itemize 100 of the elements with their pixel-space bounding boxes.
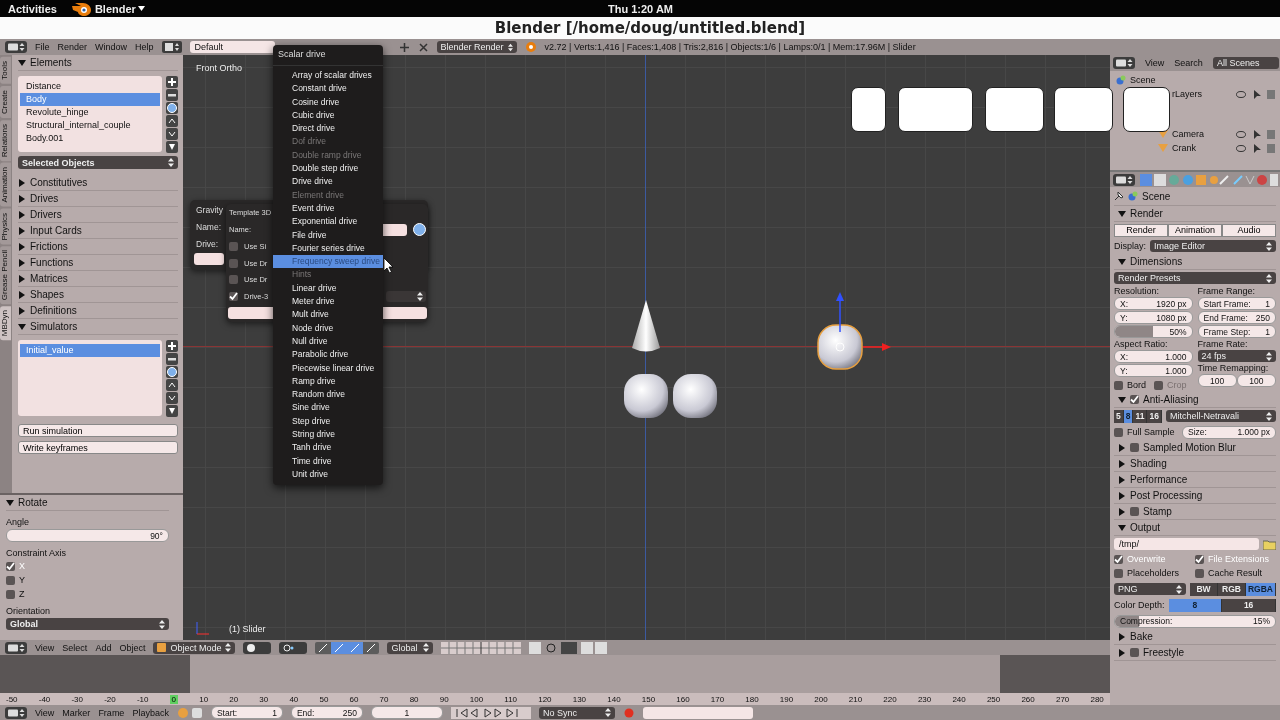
file-format-dropdown[interactable]: PNG (1114, 583, 1186, 595)
menu-item[interactable]: Exponential drive (273, 215, 383, 229)
panel-title[interactable]: Performance (1130, 474, 1188, 485)
number-field[interactable]: X: 1.000 (1114, 350, 1193, 363)
panel-title[interactable]: Drives (30, 193, 59, 204)
menu-item[interactable]: Node drive (273, 321, 383, 335)
panel-title[interactable]: Frictions (30, 241, 68, 252)
list-item[interactable]: Distance (20, 80, 160, 93)
menu-item[interactable]: Object (119, 642, 146, 653)
render-engine-dropdown[interactable]: Blender Render (436, 41, 517, 53)
outliner-item[interactable]: Camera (1172, 129, 1232, 139)
menu-item[interactable]: Event drive (273, 201, 383, 216)
percentage-slider[interactable]: 50% (1114, 325, 1193, 338)
panel-title[interactable]: Rotate (18, 497, 48, 508)
display-dropdown[interactable]: Image Editor (1150, 240, 1276, 252)
tool-shelf-tab[interactable]: MBDyn (0, 306, 11, 341)
menu-item[interactable]: Marker (62, 707, 91, 718)
menu-item[interactable]: Drive drive (273, 175, 383, 189)
outliner-item[interactable]: rLayers (1172, 89, 1232, 99)
panel-title[interactable]: Anti-Aliasing (1143, 394, 1199, 405)
menu-item[interactable]: Piecewise linear drive (273, 361, 383, 375)
menu-item[interactable]: Time drive (273, 454, 383, 468)
color-depth-button[interactable]: 16 (1222, 598, 1276, 612)
number-field[interactable]: Start Frame: 1 (1197, 297, 1276, 310)
panel-title[interactable]: Matrices (30, 273, 68, 284)
panel-title[interactable]: Functions (30, 257, 74, 268)
panel-title[interactable]: Post Processing (1130, 490, 1203, 501)
panel-title[interactable]: Input Cards (30, 225, 82, 236)
panel-title[interactable]: Stamp (1143, 506, 1172, 517)
output-path-field[interactable]: /tmp/ (1114, 538, 1259, 550)
panel-title[interactable]: Elements (30, 57, 72, 68)
action-button[interactable]: Write keyframes (18, 441, 178, 454)
sample-button[interactable]: 16 (1147, 409, 1162, 423)
menu-item[interactable]: Double step drive (273, 162, 383, 176)
menu-item[interactable]: Select (62, 642, 88, 653)
sample-button[interactable]: 11 (1133, 409, 1148, 423)
number-field[interactable]: X: 1920 px (1114, 297, 1193, 310)
compression-slider[interactable]: Compression: 15% (1114, 614, 1276, 628)
list-item[interactable]: Body.001 (20, 132, 160, 145)
panel-title[interactable]: Dimensions (1130, 256, 1183, 267)
list-item[interactable]: Revolute_hinge (20, 106, 160, 119)
menu-item[interactable]: View (35, 642, 55, 653)
current-frame-field[interactable]: 1 (370, 706, 443, 719)
selection-dropdown[interactable]: Selected Objects (18, 156, 178, 169)
frame-rate-dropdown[interactable]: 24 fps (1197, 350, 1276, 362)
menu-item[interactable]: Window (95, 42, 128, 52)
outliner-item[interactable]: Scene (1130, 75, 1280, 85)
number-field[interactable]: 100 (1236, 374, 1276, 387)
menu-item[interactable]: Random drive (273, 388, 383, 402)
panel-title[interactable]: Drivers (30, 209, 62, 220)
menu-item[interactable]: Direct drive (273, 122, 383, 136)
menu-item[interactable]: View (35, 707, 55, 718)
sync-dropdown[interactable]: No Sync (538, 706, 615, 719)
number-field[interactable]: Y: 1080 px (1114, 311, 1193, 324)
tool-shelf-tab[interactable]: Create (0, 85, 11, 118)
menu-item[interactable]: Playback (132, 707, 169, 718)
outliner-item[interactable]: Crank (1172, 143, 1232, 153)
orientation-dropdown[interactable]: Global (6, 618, 169, 630)
color-mode-button[interactable]: RGBA (1245, 582, 1276, 596)
clock[interactable]: Thu 1:20 AM (608, 2, 673, 15)
panel-title[interactable]: Shapes (30, 289, 64, 300)
menu-item[interactable]: Meter drive (273, 295, 383, 309)
tool-shelf-tab[interactable]: Grease Pencil (0, 246, 11, 305)
number-field[interactable]: Y: 1.000 (1114, 364, 1193, 377)
orientation-dropdown[interactable]: Global (387, 641, 434, 654)
filter-dropdown[interactable]: Mitchell-Netravali (1165, 410, 1276, 422)
color-depth-button[interactable]: 8 (1168, 598, 1223, 612)
menu-item[interactable]: Parabolic drive (273, 348, 383, 362)
panel-title[interactable]: Render (1130, 208, 1163, 219)
panel-title[interactable]: Shading (1130, 458, 1167, 469)
number-field[interactable]: Size: 1.000 px (1182, 425, 1276, 439)
activities-button[interactable]: Activities (8, 2, 57, 15)
app-menu[interactable]: Blender (70, 1, 145, 16)
render-action-button[interactable]: Animation (1168, 223, 1222, 237)
number-field[interactable]: 100 (1197, 374, 1237, 387)
color-mode-button[interactable]: BW (1190, 582, 1218, 596)
render-action-button[interactable]: Render (1114, 223, 1168, 237)
action-button[interactable]: Run simulation (18, 424, 178, 437)
panel-title[interactable]: Constitutives (30, 177, 88, 188)
menu-item[interactable]: Tanh drive (273, 441, 383, 455)
menu-item[interactable]: Search (1174, 58, 1203, 68)
menu-item[interactable]: Cosine drive (273, 95, 383, 109)
menu-item[interactable]: Add (95, 642, 112, 653)
menu-item[interactable]: Ramp drive (273, 374, 383, 389)
start-frame-field[interactable]: Start: 1 (210, 706, 283, 719)
panel-title[interactable]: Freestyle (1143, 647, 1185, 658)
menu-item[interactable]: Fourier series drive (273, 241, 383, 256)
menu-item[interactable]: Sine drive (273, 401, 383, 415)
menu-item[interactable]: Render (57, 42, 88, 52)
mode-dropdown[interactable]: Object Mode (153, 641, 236, 654)
render-action-button[interactable]: Audio (1222, 223, 1276, 237)
menu-item[interactable]: Mult drive (273, 308, 383, 322)
angle-field[interactable]: 90° (6, 529, 169, 542)
menu-item[interactable]: Constant drive (273, 82, 383, 96)
menu-item[interactable]: Linear drive (273, 281, 383, 296)
list-item[interactable]: Structural_internal_couple (20, 119, 160, 132)
color-mode-button[interactable]: RGB (1218, 582, 1246, 596)
menu-item[interactable]: String drive (273, 428, 383, 442)
panel-title[interactable]: Definitions (30, 305, 77, 316)
menu-item[interactable]: Null drive (273, 334, 383, 349)
